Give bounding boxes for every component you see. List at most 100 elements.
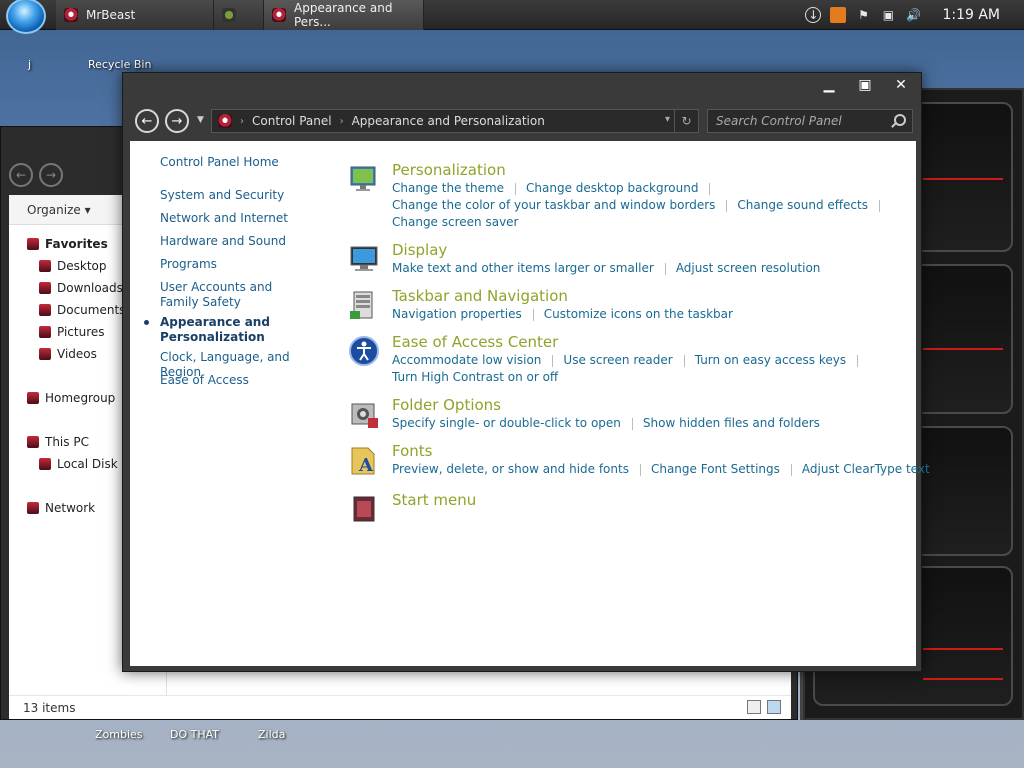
separator bbox=[709, 183, 711, 195]
address-bar[interactable]: › Control Panel › Appearance and Persona… bbox=[211, 109, 699, 133]
nav-desktop[interactable]: Desktop bbox=[39, 259, 107, 273]
minimize-button[interactable]: ▁ bbox=[819, 75, 839, 95]
nav-network[interactable]: Network bbox=[27, 501, 95, 515]
nav-label: Pictures bbox=[57, 325, 105, 339]
forward-button[interactable]: → bbox=[165, 109, 189, 133]
nav-hardware-sound[interactable]: Hardware and Sound bbox=[160, 234, 286, 249]
nav-user-accounts[interactable]: User Accounts and Family Safety bbox=[160, 280, 310, 310]
link-preview-fonts[interactable]: Preview, delete, or show and hide fonts bbox=[392, 462, 629, 476]
network-icon bbox=[27, 502, 39, 514]
category-taskbar: Taskbar and Navigation Navigation proper… bbox=[348, 287, 908, 325]
nav-system-security[interactable]: System and Security bbox=[160, 188, 284, 203]
category-title[interactable]: Personalization bbox=[392, 161, 506, 179]
desktop-icon-recycle-bin[interactable]: Recycle Bin bbox=[88, 58, 151, 71]
close-button[interactable]: ✕ bbox=[891, 75, 911, 95]
refresh-button[interactable]: ↻ bbox=[674, 110, 698, 132]
link-cleartype[interactable]: Adjust ClearType text bbox=[802, 462, 930, 476]
link-navigation-properties[interactable]: Navigation properties bbox=[392, 307, 522, 321]
nav-homegroup[interactable]: Homegroup bbox=[27, 391, 115, 405]
svg-text:A: A bbox=[358, 455, 374, 476]
explorer-back-button[interactable]: ← bbox=[9, 163, 33, 187]
link-easy-access-keys[interactable]: Turn on easy access keys bbox=[695, 353, 846, 367]
category-title[interactable]: Folder Options bbox=[392, 396, 501, 414]
nav-control-panel-home[interactable]: Control Panel Home bbox=[160, 155, 279, 170]
category-title[interactable]: Ease of Access Center bbox=[392, 333, 558, 351]
folder-options-icon bbox=[351, 403, 378, 428]
explorer-forward-button[interactable]: → bbox=[39, 163, 63, 187]
chevron-down-icon[interactable]: ▾ bbox=[665, 114, 670, 125]
nav-programs[interactable]: Programs bbox=[160, 257, 217, 272]
link-font-settings[interactable]: Change Font Settings bbox=[651, 462, 780, 476]
search-icon[interactable] bbox=[894, 114, 906, 126]
link-screen-reader[interactable]: Use screen reader bbox=[563, 353, 672, 367]
link-text-size[interactable]: Make text and other items larger or smal… bbox=[392, 261, 654, 275]
desktop-icon-zombies[interactable]: Zombies bbox=[95, 728, 143, 741]
category-title[interactable]: Fonts bbox=[392, 442, 432, 460]
back-button[interactable]: ← bbox=[135, 109, 159, 133]
link-hidden-files[interactable]: Show hidden files and folders bbox=[643, 416, 820, 430]
taskbar-button-mrbeast[interactable]: MrBeast bbox=[56, 0, 214, 30]
recent-locations-button[interactable]: ▼ bbox=[197, 115, 204, 125]
control-panel-window: ▁ ▣ ✕ ← → ▼ › Control Panel › Appearance… bbox=[122, 72, 930, 672]
nav-ease-of-access[interactable]: Ease of Access bbox=[160, 373, 249, 388]
nav-label: Appearance and Personalization bbox=[160, 315, 270, 344]
fonts-icon: A bbox=[351, 447, 375, 476]
link-customize-icons[interactable]: Customize icons on the taskbar bbox=[544, 307, 733, 321]
link-screen-saver[interactable]: Change screen saver bbox=[392, 215, 519, 229]
flag-icon[interactable]: ⚑ bbox=[855, 7, 871, 23]
maximize-button[interactable]: ▣ bbox=[855, 75, 875, 95]
nav-network-internet[interactable]: Network and Internet bbox=[160, 211, 288, 226]
link-change-background[interactable]: Change desktop background bbox=[526, 181, 698, 195]
view-buttons bbox=[747, 700, 781, 714]
category-start-menu: Start menu bbox=[348, 491, 908, 525]
link-change-theme[interactable]: Change the theme bbox=[392, 181, 504, 195]
nav-this-pc[interactable]: This PC bbox=[27, 435, 89, 449]
nav-videos[interactable]: Videos bbox=[39, 347, 97, 361]
nav-documents[interactable]: Documents bbox=[39, 303, 125, 317]
app-icon bbox=[272, 8, 286, 22]
category-links-row: Make text and other items larger or smal… bbox=[392, 261, 820, 275]
link-high-contrast[interactable]: Turn High Contrast on or off bbox=[392, 370, 558, 384]
link-screen-resolution[interactable]: Adjust screen resolution bbox=[676, 261, 821, 275]
network-icon[interactable]: ▣ bbox=[880, 7, 896, 23]
app-icon bbox=[64, 8, 78, 22]
desktop-icon-label: j bbox=[28, 58, 32, 71]
details-view-icon[interactable] bbox=[747, 700, 761, 714]
clock[interactable]: 1:19 AM bbox=[942, 7, 1000, 23]
game-icon bbox=[222, 8, 236, 22]
link-low-vision[interactable]: Accommodate low vision bbox=[392, 353, 541, 367]
link-single-double-click[interactable]: Specify single- or double-click to open bbox=[392, 416, 621, 430]
category-title[interactable]: Taskbar and Navigation bbox=[392, 287, 568, 305]
large-icons-view-icon[interactable] bbox=[767, 700, 781, 714]
category-links-row: Specify single- or double-click to open … bbox=[392, 416, 820, 430]
category-title[interactable]: Start menu bbox=[392, 491, 476, 509]
desktop-icon-do-that[interactable]: DO THAT bbox=[170, 728, 219, 741]
nav-favorites[interactable]: Favorites bbox=[27, 237, 108, 251]
homegroup-icon bbox=[27, 392, 39, 404]
control-panel-content: Control Panel Home System and Security N… bbox=[130, 141, 930, 666]
category-title[interactable]: Display bbox=[392, 241, 447, 259]
nav-downloads[interactable]: Downloads bbox=[39, 281, 123, 295]
chevron-right-icon: › bbox=[339, 115, 344, 127]
start-button[interactable] bbox=[6, 0, 46, 34]
desktop-icon bbox=[39, 260, 51, 272]
link-change-sounds[interactable]: Change sound effects bbox=[737, 198, 868, 212]
search-input[interactable] bbox=[716, 114, 886, 128]
breadcrumb-appearance[interactable]: Appearance and Personalization bbox=[352, 114, 545, 128]
taskbar: MrBeast Appearance and Pers... ↓ ⚑ ▣ 🔊 1… bbox=[0, 0, 1024, 34]
videos-icon bbox=[39, 348, 51, 360]
volume-icon[interactable]: 🔊 bbox=[905, 7, 921, 23]
breadcrumb-control-panel[interactable]: Control Panel bbox=[252, 114, 332, 128]
category-links-row: Turn High Contrast on or off bbox=[392, 370, 558, 384]
link-change-color[interactable]: Change the color of your taskbar and win… bbox=[392, 198, 715, 212]
desktop-icon-zilda[interactable]: Zilda bbox=[258, 728, 285, 741]
download-icon[interactable]: ↓ bbox=[805, 7, 822, 23]
organize-button[interactable]: Organize ▾ bbox=[27, 203, 91, 217]
nav-pictures[interactable]: Pictures bbox=[39, 325, 105, 339]
nav-appearance-current[interactable]: Appearance and Personalization bbox=[144, 315, 270, 345]
app-tray-icon[interactable] bbox=[830, 7, 847, 23]
desktop-icon-j[interactable]: j bbox=[28, 58, 31, 71]
taskbar-button-control-panel[interactable]: Appearance and Pers... bbox=[264, 0, 424, 30]
taskbar-button-app[interactable] bbox=[214, 0, 264, 30]
documents-icon bbox=[39, 304, 51, 316]
